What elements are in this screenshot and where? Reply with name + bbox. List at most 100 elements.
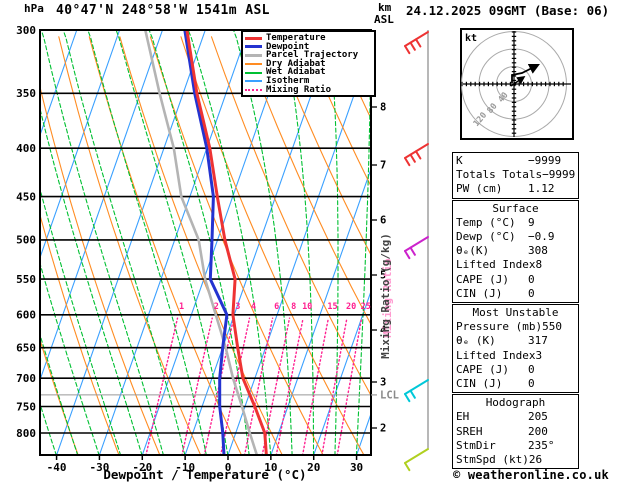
table-row: Pressure (mb) 550 [453,320,578,334]
table-row-label: StmDir [456,438,496,452]
mixing-axis-label: Mixing Ratio (g/kg) [379,233,392,359]
svg-text:20: 20 [346,302,356,312]
svg-text:400: 400 [16,142,36,155]
legend-item: Mixing Ratio [245,84,374,95]
page-title: 40°47'N 248°58'W 1541m ASL [56,3,270,18]
svg-text:10: 10 [302,302,312,312]
hodograph-unit-label: kt [465,33,477,44]
table-row: CIN (J) 0 [453,287,578,301]
table-row-label: K [456,154,463,167]
svg-text:350: 350 [16,87,36,100]
table-row-value: −0.9 [528,230,555,244]
table-row-label: Totals Totals [456,168,543,182]
table-section-header: Hodograph [485,396,546,410]
lcl-label: LCL [380,390,399,402]
table-section-header: Surface [492,201,539,215]
table-row: θₑ(K) 308 [453,244,578,258]
wind-barb [404,143,429,167]
table-row-label: StmSpd (kt) [456,453,529,467]
wind-barb [404,236,429,260]
svg-text:-40: -40 [47,461,67,474]
table-row-value: 0 [528,272,535,286]
legend-line-sample [245,63,262,66]
dry-adiabat-line [578,37,629,456]
table-section: K −9999 Totals Totals −9999 PW (cm) 1.12 [452,152,579,199]
table-row-value: 26 [528,453,543,467]
table-row-label: θₑ(K) [456,244,490,258]
svg-text:6: 6 [274,302,279,312]
svg-text:25: 25 [361,302,371,312]
altitude-unit-asl-label: ASL [374,13,394,26]
svg-text:700: 700 [16,372,36,385]
svg-text:3: 3 [380,377,386,389]
table-row-label: CIN (J) [456,286,503,300]
svg-text:1: 1 [179,302,184,312]
legend-line-sample [245,36,262,40]
table-row-value: 205 [528,410,548,424]
table-row-label: Pressure (mb) [456,320,543,334]
table-row-value: 235° [528,438,555,452]
table-row: Lifted Index 8 [453,258,578,272]
mixing-ratio-labels: 1 2 3 4 6 8 10 15 20 25 [179,302,371,312]
mixing-ratio-line [321,317,348,455]
legend-label: Mixing Ratio [266,84,332,95]
table-row: θₑ (K) 317 [453,334,578,348]
table-row: Dewp (°C) −0.9 [453,230,578,244]
svg-text:550: 550 [16,273,36,286]
legend-line-sample [245,71,262,74]
table-row-label: CIN (J) [456,377,503,391]
table-row: StmDir 235° [453,439,578,453]
valid-datetime-label: 24.12.2025 09GMT (Base: 06) [406,3,610,18]
svg-text:4: 4 [251,302,256,312]
svg-text:500: 500 [16,234,36,247]
table-row-value: 1.12 [528,182,555,196]
table-row-label: Dewp (°C) [456,230,516,244]
svg-text:8: 8 [380,102,386,114]
svg-text:750: 750 [16,400,36,413]
legend-line-sample [245,88,262,91]
wind-barb [404,448,429,472]
table-row-value: 200 [528,424,548,438]
table-row-value: 3 [535,348,543,362]
svg-text:6: 6 [380,215,386,227]
legend: Temperature Dewpoint Parcel Trajectory Dry … [241,30,376,98]
table-row-label: CAPE (J) [456,362,509,376]
mixing-ratio-line [275,317,304,455]
svg-text:15: 15 [327,302,337,312]
pressure-unit-label: hPa [24,2,44,15]
table-row-value: 0 [528,362,535,376]
table-row-label: CAPE (J) [456,272,509,286]
table-row: PW (cm) 1.12 [453,182,578,196]
table-row-value: 0 [528,286,535,300]
table-section: Hodograph EH 205 SREH 200 StmDir 235° StmSpd (k… [452,394,579,470]
svg-text:300: 300 [16,24,36,37]
table-row: Lifted Index 3 [453,349,578,363]
svg-text:650: 650 [16,342,36,355]
svg-text:450: 450 [16,190,36,203]
svg-text:20: 20 [307,461,320,474]
copyright-label: © weatheronline.co.uk [453,468,609,482]
table-row-label: Lifted Index [456,258,536,272]
table-row-label: θₑ (K) [456,334,496,348]
mixing-ratio-line [301,317,330,455]
table-row-value: 308 [528,244,548,258]
table-row: K −9999 [453,154,578,168]
legend-item: Wet Adiabat [245,68,374,77]
table-row-value: 0 [528,377,535,391]
table-row-label: EH [456,410,470,424]
table-row: Temp (°C) 9 [453,216,578,230]
table-row: CAPE (J) 0 [453,363,578,377]
table-row: SREH 200 [453,425,578,439]
table-section-header: Most Unstable [472,306,559,320]
table-row-label: Lifted Index [456,348,536,362]
hodograph: 4080120kt [460,28,574,140]
x-axis-title: Dewpoint / Temperature (°C) [103,467,306,482]
table-row-label: PW (cm) [456,182,503,196]
svg-text:2: 2 [214,302,219,312]
legend-line-sample [245,80,262,83]
svg-text:3: 3 [235,302,240,312]
table-row: CAPE (J) 0 [453,273,578,287]
mixing-ratio-line [145,317,179,455]
table-row-value: 9 [528,215,535,229]
svg-text:7: 7 [380,160,386,172]
